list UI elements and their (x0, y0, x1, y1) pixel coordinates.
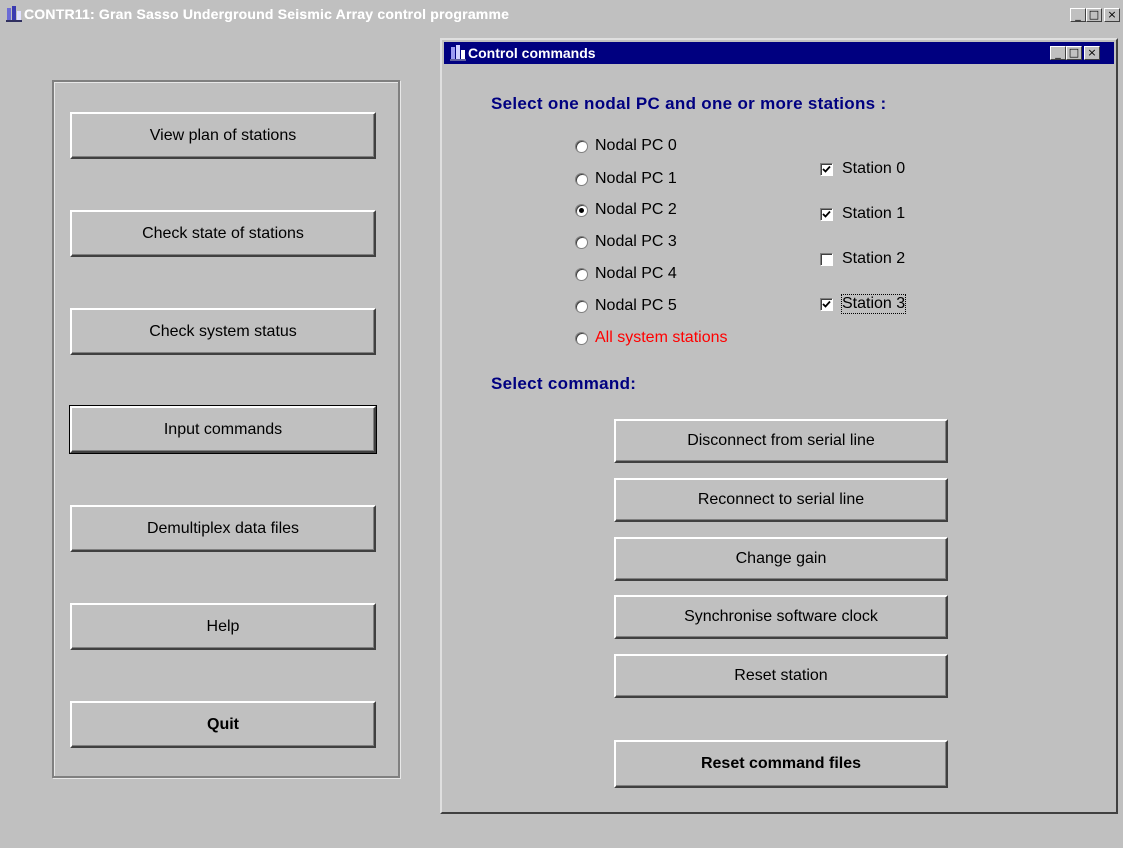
checkbox-icon[interactable] (820, 162, 833, 176)
checkbox-station-2[interactable]: Station 2 (820, 250, 905, 268)
command-heading: Select command: (491, 374, 637, 393)
radio-nodal-pc-1[interactable]: Nodal PC 1 (575, 170, 677, 188)
reset-station-button[interactable]: Reset station (614, 654, 948, 698)
radio-nodal-pc-2[interactable]: Nodal PC 2 (575, 201, 677, 219)
main-title-bar: CONTR11: Gran Sasso Underground Seismic … (0, 0, 1123, 28)
checkbox-label: Station 3 (840, 294, 907, 314)
control-commands-window: Control commands _ □ × Select one nodal … (440, 38, 1118, 814)
radio-icon[interactable] (575, 203, 588, 217)
radio-label: Nodal PC 3 (595, 233, 677, 250)
disconnect-serial-button[interactable]: Disconnect from serial line (614, 419, 948, 463)
checkbox-icon[interactable] (820, 207, 833, 221)
radio-icon[interactable] (575, 172, 588, 186)
radio-icon[interactable] (575, 267, 588, 281)
radio-label: Nodal PC 4 (595, 265, 677, 282)
select-heading: Select one nodal PC and one or more stat… (491, 94, 887, 113)
help-button[interactable]: Help (70, 603, 376, 650)
checkbox-label: Station 0 (842, 160, 906, 177)
radio-label: Nodal PC 5 (595, 297, 677, 314)
radio-nodal-pc-0[interactable]: Nodal PC 0 (575, 137, 677, 155)
checkbox-station-0[interactable]: Station 0 (820, 160, 905, 178)
radio-all-system-stations[interactable]: All system stations (575, 329, 727, 347)
radio-icon[interactable] (575, 235, 588, 249)
checkbox-label: Station 1 (842, 205, 906, 222)
radio-nodal-pc-5[interactable]: Nodal PC 5 (575, 297, 677, 315)
check-system-status-button[interactable]: Check system status (70, 308, 376, 355)
radio-label: Nodal PC 1 (595, 170, 677, 187)
app-icon (6, 6, 22, 22)
close-button[interactable]: × (1104, 8, 1120, 22)
dialog-title: Control commands (468, 45, 596, 61)
maximize-button[interactable]: □ (1066, 46, 1082, 60)
check-state-button[interactable]: Check state of stations (70, 210, 376, 257)
change-gain-button[interactable]: Change gain (614, 537, 948, 581)
checkbox-label: Station 2 (842, 250, 906, 267)
radio-label: Nodal PC 2 (595, 201, 677, 218)
checkbox-icon[interactable] (820, 297, 833, 311)
minimize-button[interactable]: _ (1050, 46, 1066, 60)
close-button[interactable]: × (1084, 46, 1100, 60)
checkbox-station-1[interactable]: Station 1 (820, 205, 905, 223)
reset-command-files-button[interactable]: Reset command files (614, 740, 948, 788)
synchronise-clock-button[interactable]: Synchronise software clock (614, 595, 948, 639)
minimize-button[interactable]: _ (1070, 8, 1086, 22)
radio-nodal-pc-3[interactable]: Nodal PC 3 (575, 233, 677, 251)
dialog-window-controls: _ □ × (1050, 46, 1100, 60)
radio-label: All system stations (595, 329, 728, 346)
radio-icon[interactable] (575, 299, 588, 313)
radio-icon[interactable] (575, 139, 588, 153)
quit-button[interactable]: Quit (70, 701, 376, 748)
main-window-title: CONTR11: Gran Sasso Underground Seismic … (24, 6, 510, 22)
reconnect-serial-button[interactable]: Reconnect to serial line (614, 478, 948, 522)
checkbox-station-3[interactable]: Station 3 (820, 294, 907, 314)
app-icon (450, 45, 466, 61)
main-window-controls: _ □ × (1070, 8, 1120, 22)
view-plan-button[interactable]: View plan of stations (70, 112, 376, 159)
radio-label: Nodal PC 0 (595, 137, 677, 154)
maximize-button[interactable]: □ (1086, 8, 1102, 22)
input-commands-button[interactable]: Input commands (69, 405, 377, 454)
radio-icon[interactable] (575, 331, 588, 345)
demultiplex-button[interactable]: Demultiplex data files (70, 505, 376, 552)
radio-nodal-pc-4[interactable]: Nodal PC 4 (575, 265, 677, 283)
checkbox-icon[interactable] (820, 252, 833, 266)
dialog-title-bar: Control commands _ □ × (444, 42, 1114, 64)
